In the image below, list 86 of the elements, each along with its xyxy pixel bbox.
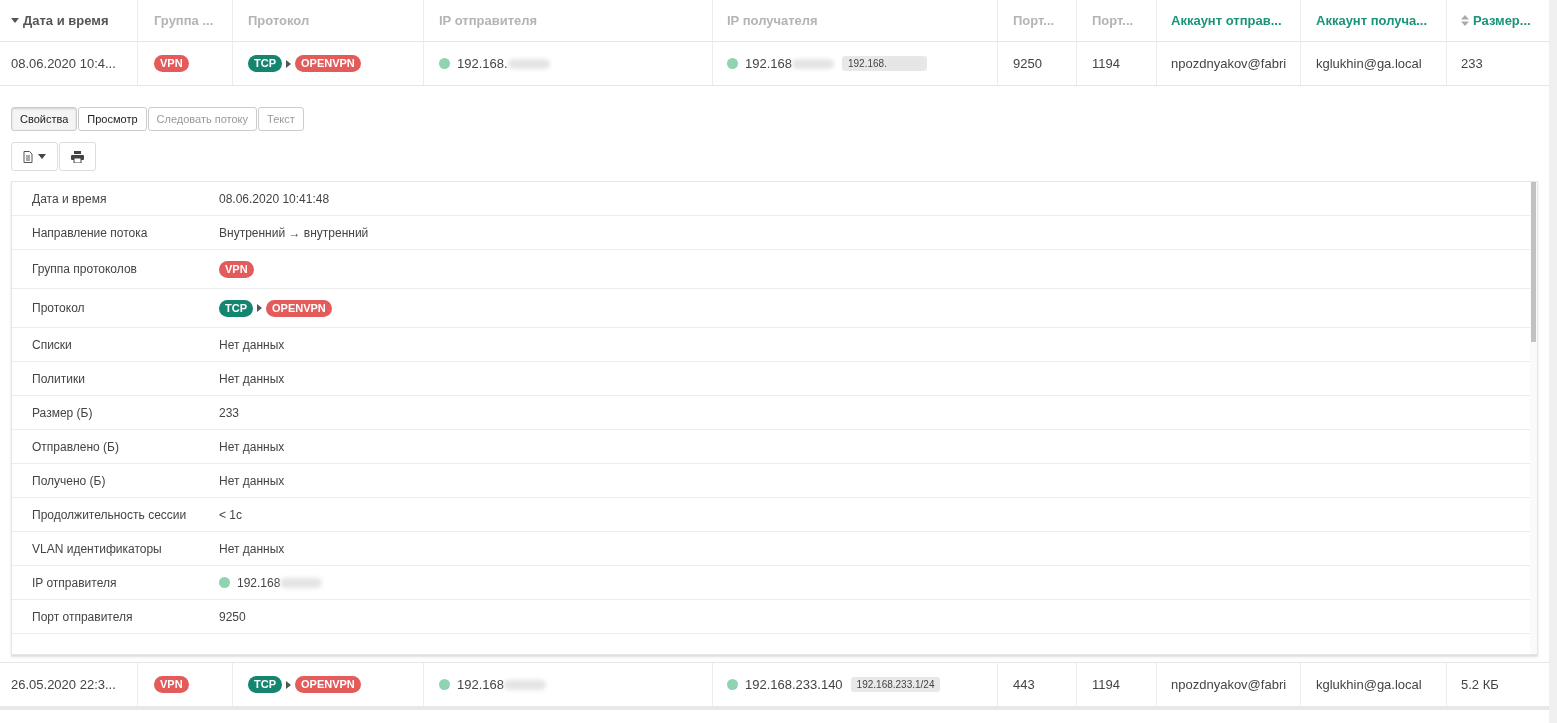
property-value: Внутренний → внутренний [219,225,369,240]
ip-address: 192.168. [457,56,508,71]
property-label: Политики [31,371,86,386]
tab[interactable]: Просмотр [78,107,147,131]
table-cell: 1194 [1092,677,1120,692]
protocol-tag: TCP [219,299,253,317]
property-label: Размер (Б) [31,405,94,420]
column-header[interactable]: Порт... [1092,13,1134,28]
ip-address: 192.168 [457,677,504,692]
protocol-tag: TCP [248,676,282,693]
table-row[interactable]: 26.05.2020 22:3... VPN TCP OPENVPN 192.168 192.168.233.140 192.168.233.1/24 443 1194 npozdnyakov@fabri kglukhin@ga.local 5.2 КБ [0,662,1549,710]
tab[interactable]: Свойства [11,107,78,131]
table-row[interactable]: 08.06.2020 10:4... VPN TCP OPENVPN 192.168. 192.168 192.168. 9250 1194 npozdnyakov@fabri kglukhin@ga.local 233 [0,42,1549,86]
scrollbar-thumb[interactable] [1531,182,1536,342]
column-header[interactable]: Протокол [248,13,310,28]
blur-mask [792,58,834,69]
property-label: IP отправителя [31,575,118,590]
caret-down-icon [38,154,46,159]
sort-icon [1461,15,1469,26]
ip-address: 192.168 [237,575,281,590]
print-icon [71,150,84,163]
export-dropdown-button[interactable] [11,142,58,171]
protocol-tag: OPENVPN [266,299,332,317]
column-header[interactable]: Порт... [1013,13,1055,28]
group-tag: VPN [154,676,189,693]
sort-down-icon [11,18,19,23]
property-value: Нет данных [219,473,285,488]
table-cell: npozdnyakov@fabri [1171,56,1287,71]
property-label: Списки [31,337,73,352]
table-cell: 9250 [1013,56,1042,71]
document-icon [23,150,33,163]
table-cell: 1194 [1092,56,1120,71]
scrollbar[interactable] [1549,0,1557,723]
property-label: Порт отправителя [31,609,134,624]
property-value: 233 [219,405,240,420]
blur-mask [504,679,546,690]
protocol-tag: TCP [248,55,282,72]
property-value: 9250 [219,609,246,624]
property-value: Нет данных [219,541,285,556]
column-header[interactable]: Аккаунт получа... [1316,13,1428,28]
protocol-tag: OPENVPN [295,676,361,693]
table-cell: kglukhin@ga.local [1316,677,1422,692]
property-value: Нет данных [219,439,285,454]
property-label: Группа протоколов [31,262,138,276]
property-value: Нет данных [219,337,285,352]
property-value: 08.06.2020 10:41:48 [219,191,330,206]
property-label: Направление потока [31,225,149,240]
property-label: Отправлено (Б) [31,439,120,454]
table-cell: 233 [1461,56,1483,71]
column-header[interactable]: Группа ... [154,13,214,28]
property-value: Нет данных [219,371,285,386]
ip-address: 192.168.233.140 [745,677,843,692]
status-dot [727,58,738,69]
column-header[interactable]: Аккаунт отправ... [1171,13,1282,28]
protocol-tag: VPN [219,260,254,278]
caret-right-icon [257,304,262,312]
property-label: Дата и время [31,191,108,206]
table-cell: 5.2 КБ [1461,677,1499,692]
property-label: VLAN идентификаторы [31,541,163,556]
print-button[interactable] [59,142,96,171]
column-header[interactable]: IP отправителя [439,13,538,28]
property-value: < 1с [219,507,242,522]
table-cell: 443 [1013,677,1035,692]
subnet-badge: 192.168.233.1/24 [850,677,941,692]
caret-right-icon [286,680,291,689]
column-header[interactable]: Размер... [1461,13,1531,28]
property-label: Получено (Б) [31,473,107,488]
status-dot [439,679,450,690]
table-cell: 26.05.2020 22:3... [11,677,116,692]
table-cell: npozdnyakov@fabri [1171,677,1287,692]
protocol-tag: OPENVPN [295,55,361,72]
status-dot [727,679,738,690]
blur-mask [507,58,550,69]
status-dot [439,58,450,69]
table-cell: kglukhin@ga.local [1316,56,1422,71]
column-header[interactable]: IP получателя [727,13,818,28]
ip-address: 192.168 [745,56,792,71]
group-tag: VPN [154,55,189,72]
property-label: Протокол [31,301,86,315]
subnet-badge: 192.168. [842,56,927,71]
property-label: Продолжительность сессии [31,507,188,522]
status-dot [219,577,230,588]
caret-right-icon [286,59,291,68]
column-header[interactable]: Дата и время [11,13,109,28]
blur-mask [280,577,323,588]
table-cell: 08.06.2020 10:4... [11,56,116,71]
